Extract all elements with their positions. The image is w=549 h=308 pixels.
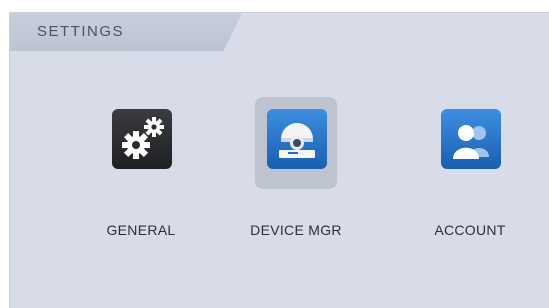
settings-panel: SETTINGS GENERAL DEVICE MGR ACCOUNT [9, 12, 549, 308]
account-tile[interactable] [429, 97, 511, 189]
settings-tab: SETTINGS [10, 13, 242, 51]
device-mgr-tile[interactable] [255, 97, 337, 189]
camera-icon [267, 109, 327, 169]
general-tile[interactable] [100, 97, 182, 189]
users-icon [441, 109, 501, 169]
general-label[interactable]: GENERAL [71, 222, 211, 238]
account-label[interactable]: ACCOUNT [400, 222, 540, 238]
device-mgr-label[interactable]: DEVICE MGR [226, 222, 366, 238]
settings-title: SETTINGS [37, 23, 125, 40]
gears-icon [112, 109, 172, 169]
